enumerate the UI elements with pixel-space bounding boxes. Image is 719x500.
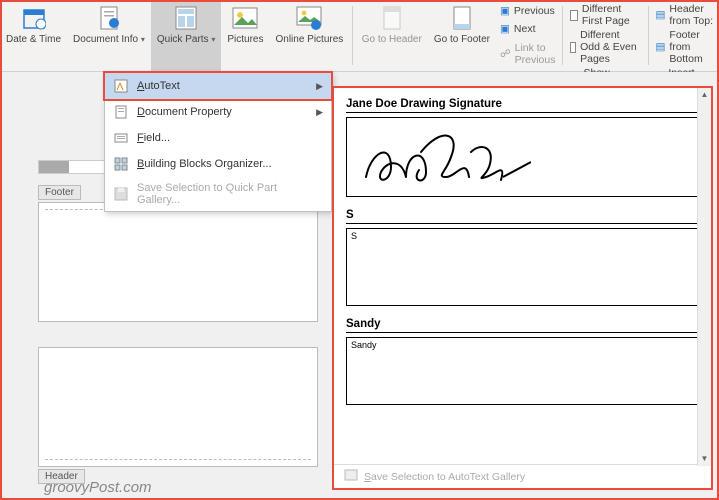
- goto-footer-button[interactable]: Go to Footer: [428, 0, 496, 71]
- quick-parts-menu: AAutoTextutoText ▶ Document PropertyDocu…: [104, 72, 332, 212]
- menu-building-blocks[interactable]: Building Blocks Organizer...Building Blo…: [105, 151, 331, 177]
- next-button[interactable]: ▣Next: [500, 22, 556, 36]
- previous-button[interactable]: ▣Previous: [500, 4, 556, 18]
- quick-parts-icon: [172, 4, 200, 32]
- up-icon: ▣: [500, 5, 510, 17]
- scroll-down-icon[interactable]: ▼: [698, 452, 711, 466]
- pictures-button[interactable]: Pictures: [221, 0, 269, 71]
- signature-drawing: [351, 122, 531, 192]
- scroll-up-icon[interactable]: ▲: [698, 88, 711, 102]
- date-time-button[interactable]: Date & Time: [0, 0, 67, 71]
- autotext-icon: [113, 78, 129, 94]
- submenu-arrow-icon: ▶: [316, 81, 323, 92]
- calendar-icon: [20, 4, 48, 32]
- header-from-top[interactable]: ▤Header from Top:: [656, 2, 716, 28]
- document-icon: [95, 4, 123, 32]
- footer-tag: Footer: [38, 185, 81, 200]
- goto-header-button[interactable]: Go to Header: [356, 0, 428, 71]
- header-pos-icon: ▤: [656, 9, 666, 21]
- link-icon: ☍: [500, 48, 511, 60]
- gallery-body[interactable]: Jane Doe Drawing Signature S S Sandy San…: [334, 88, 711, 464]
- position-group: ▤Header from Top: ▤Footer from Bottom ⇥I…: [652, 0, 719, 71]
- watermark: groovyPost.com: [44, 479, 152, 496]
- gallery-heading: S: [346, 209, 699, 224]
- menu-document-property[interactable]: Document PropertyDocument Property ▶: [105, 99, 331, 125]
- field-icon: [113, 130, 129, 146]
- scrollbar[interactable]: ▲ ▼: [697, 88, 711, 466]
- building-blocks-icon: [113, 156, 129, 172]
- autotext-entry-s[interactable]: S: [346, 228, 699, 306]
- autotext-entry-signature[interactable]: [346, 117, 699, 197]
- gallery-heading: Jane Doe Drawing Signature: [346, 98, 699, 113]
- menu-field[interactable]: Field...Field...: [105, 125, 331, 151]
- save-icon: [344, 469, 358, 484]
- autotext-gallery: Jane Doe Drawing Signature S S Sandy San…: [332, 86, 713, 490]
- page-bottom: Footer: [38, 202, 318, 322]
- goto-header-icon: [378, 4, 406, 32]
- nav-group: ▣Previous ▣Next ☍Link to Previous: [496, 0, 560, 71]
- link-previous-button[interactable]: ☍Link to Previous: [500, 41, 556, 67]
- doc-property-icon: [113, 104, 129, 120]
- submenu-arrow-icon: ▶: [316, 107, 323, 118]
- footer-from-bottom[interactable]: ▤Footer from Bottom: [656, 28, 716, 66]
- pictures-icon: [231, 4, 259, 32]
- online-pictures-icon: [295, 4, 323, 32]
- menu-autotext[interactable]: AAutoTextutoText ▶: [103, 71, 333, 101]
- menu-save-selection: Save Selection to Quick Part Gallery...: [105, 177, 331, 211]
- down-icon: ▣: [500, 23, 510, 35]
- save-icon: [113, 186, 129, 202]
- ribbon: Date & Time Document Info ▾ Quick Parts …: [0, 0, 719, 72]
- footer-pos-icon: ▤: [656, 41, 666, 53]
- goto-footer-icon: [448, 4, 476, 32]
- online-pictures-button[interactable]: Online Pictures: [269, 0, 349, 71]
- autotext-entry-sandy[interactable]: Sandy: [346, 337, 699, 405]
- gallery-heading: Sandy: [346, 318, 699, 333]
- page-top: Header: [38, 347, 318, 467]
- quick-parts-button[interactable]: Quick Parts ▾: [151, 0, 221, 71]
- different-odd-even-checkbox[interactable]: Different Odd & Even Pages: [570, 28, 641, 66]
- options-group: Different First Page Different Odd & Eve…: [566, 0, 645, 71]
- document-info-button[interactable]: Document Info ▾: [67, 0, 151, 71]
- different-first-checkbox[interactable]: Different First Page: [570, 2, 641, 28]
- gallery-footer: Save Selection to AutoText GallerySave S…: [334, 464, 711, 488]
